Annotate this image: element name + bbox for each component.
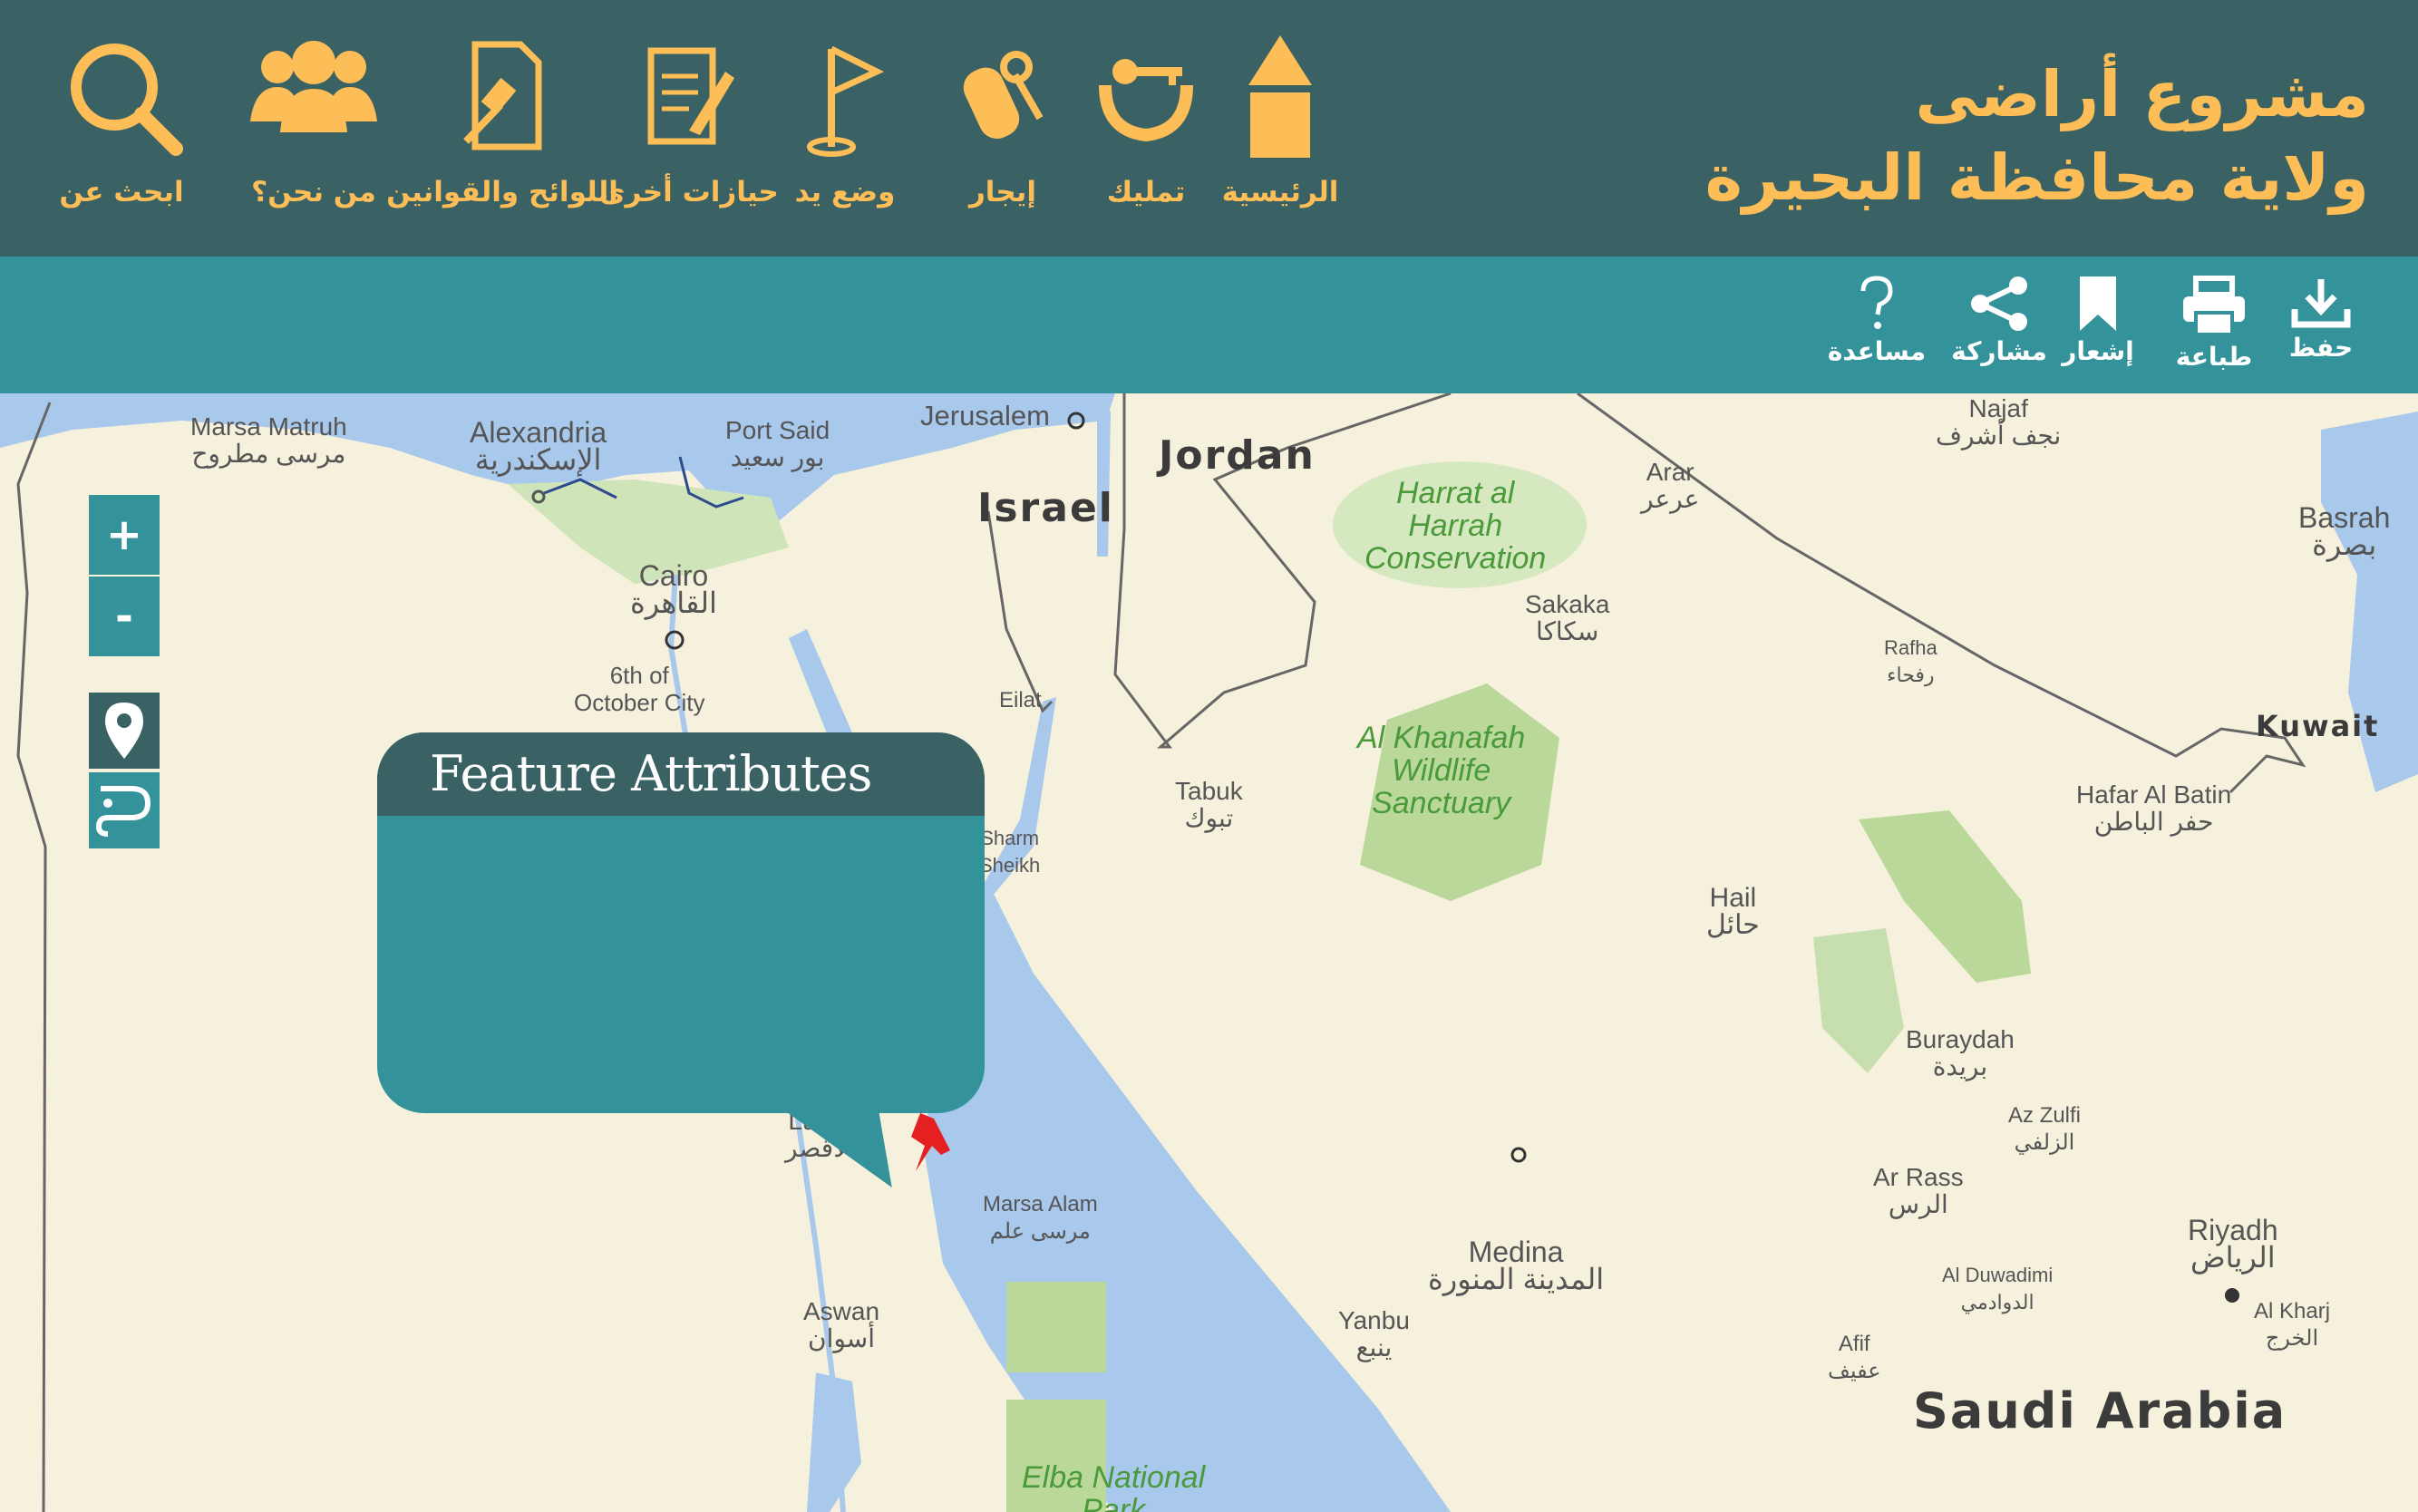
- map-label-elba: Elba National Park: [1022, 1460, 1206, 1512]
- map-label-aswan: Aswan أسوان: [803, 1297, 880, 1352]
- share-button[interactable]: مشاركة: [1945, 275, 2054, 366]
- map-label-eilat: Eilat: [999, 688, 1042, 712]
- document-pen-icon: [647, 47, 734, 145]
- nav-item-rent[interactable]: إيجار: [921, 31, 1084, 208]
- location-button[interactable]: [89, 693, 160, 769]
- map-label-medina: Medina المدينة المنورة: [1428, 1236, 1605, 1295]
- download-icon: [2291, 279, 2351, 328]
- map-label-rafha: Rafha رفحاء: [1884, 636, 1937, 686]
- map-label-riyadh: Riyadh الرياض: [2188, 1214, 2278, 1274]
- zoom-out-button[interactable]: -: [89, 577, 160, 656]
- notify-label: إشعار: [2062, 336, 2134, 366]
- bookmark-icon: [2080, 276, 2116, 331]
- map-label-afif: Afif عفيف: [1828, 1332, 1881, 1383]
- map-label-jordan: Jordan: [1159, 432, 1316, 479]
- map-label-kuwait: Kuwait: [2256, 709, 2380, 743]
- rent-icon: [963, 51, 1044, 139]
- print-icon: [2183, 276, 2245, 336]
- measure-icon: [95, 786, 151, 837]
- app-header: مشروع أراضى ولاية محافظة البحيرة الرئيسي…: [0, 0, 2418, 257]
- map-view[interactable]: Marsa Matruh مرسى مطروح Alexandria الإسكند…: [0, 393, 2418, 1512]
- zoom-in-button[interactable]: +: [89, 495, 160, 575]
- map-label-ar-rass: Ar Rass الرس: [1873, 1163, 1964, 1218]
- map-label-harrat: Harrat al Harrah Conservation: [1364, 476, 1547, 576]
- home-icon: [1248, 35, 1312, 158]
- map-label-alexandria: Alexandria الإسكندرية: [470, 416, 607, 476]
- nav-item-about[interactable]: من نحن؟: [232, 31, 395, 208]
- nav-item-possession[interactable]: وضع يد: [763, 31, 927, 208]
- map-label-port-said: Port Said بور سعيد: [725, 416, 830, 471]
- map-label-yanbu: Yanbu ينبع: [1338, 1306, 1410, 1362]
- nav-label-search: ابحث عن: [59, 176, 184, 208]
- users-icon: [250, 41, 377, 132]
- nav-item-other-holdings[interactable]: حيازات أخرى: [599, 31, 779, 208]
- map-label-israel: Israel: [977, 485, 1114, 531]
- print-label: طباعة: [2175, 342, 2253, 372]
- map-label-marsa-matruh: Marsa Matruh مرسى مطروح: [190, 412, 347, 468]
- map-basemap: [0, 393, 2418, 1512]
- popup-title: Feature Attributes: [377, 732, 985, 816]
- measure-tool-button[interactable]: [89, 772, 160, 848]
- nav-item-regulations[interactable]: اللوائح والقوانين: [386, 31, 618, 208]
- map-label-basrah: Basrah بصرة: [2298, 501, 2391, 561]
- map-label-jerusalem: Jerusalem: [920, 400, 1050, 431]
- map-label-al-duwadimi: Al Duwadimi الدوادمي: [1942, 1264, 2054, 1313]
- action-toolbar: حفظ طباعة إشعار مشاركة مساعدة: [0, 257, 2418, 393]
- map-label-az-zulfi: Az Zulfi الزلفي: [2008, 1103, 2082, 1155]
- map-label-hafar: Hafar Al Batin حفر الباطن: [2076, 780, 2232, 836]
- save-label: حفظ: [2288, 333, 2354, 363]
- help-button[interactable]: مساعدة: [1822, 275, 1931, 366]
- title-line-1: مشروع أراضى: [1915, 57, 2369, 131]
- help-icon: [1860, 276, 1893, 329]
- ownership-icon: [1099, 59, 1193, 142]
- law-document-icon: [463, 41, 542, 150]
- flag-icon: [807, 45, 885, 157]
- map-label-october-city: 6th of October City: [574, 662, 705, 716]
- map-label-arar: Arar عرعر: [1641, 458, 1700, 513]
- share-icon: [1971, 276, 2027, 331]
- map-label-sakaka: Sakaka سكاكا: [1525, 590, 1610, 645]
- feature-attributes-popup[interactable]: Feature Attributes: [377, 732, 985, 1187]
- map-label-cairo: Cairo القاهرة: [630, 559, 717, 619]
- map-label-sharm: Sharm Sheikh: [979, 827, 1041, 877]
- map-pin-icon: [105, 703, 143, 759]
- nav-item-search[interactable]: ابحث عن: [40, 31, 203, 208]
- title-line-2: ولاية محافظة البحيرة: [1704, 141, 2369, 215]
- help-label: مساعدة: [1827, 336, 1927, 366]
- nav-item-ownership[interactable]: تمليك: [1064, 31, 1228, 208]
- save-button[interactable]: حفظ: [2267, 275, 2375, 363]
- map-label-najaf: Najaf نجف أشرف: [1936, 394, 2062, 450]
- app-title: مشروع أراضى ولاية محافظة البحيرة: [1705, 53, 2369, 219]
- map-label-tabuk: Tabuk تبوك: [1175, 777, 1243, 832]
- search-icon: [71, 44, 183, 156]
- map-label-saudi-arabia: Saudi Arabia: [1913, 1382, 2287, 1439]
- map-label-buraydah: Buraydah بريدة: [1906, 1025, 2015, 1081]
- print-button[interactable]: طباعة: [2160, 275, 2268, 372]
- notify-button[interactable]: إشعار: [2044, 275, 2152, 366]
- map-label-hail: Hail حائل: [1706, 883, 1760, 940]
- map-label-marsa-alam: Marsa Alam مرسى علم: [983, 1192, 1098, 1244]
- map-label-khanafah: Al Khanafah Wildlife Sanctuary: [1357, 721, 1526, 820]
- share-label: مشاركة: [1951, 336, 2047, 366]
- map-label-al-kharj: Al Kharj الخرج: [2254, 1299, 2331, 1351]
